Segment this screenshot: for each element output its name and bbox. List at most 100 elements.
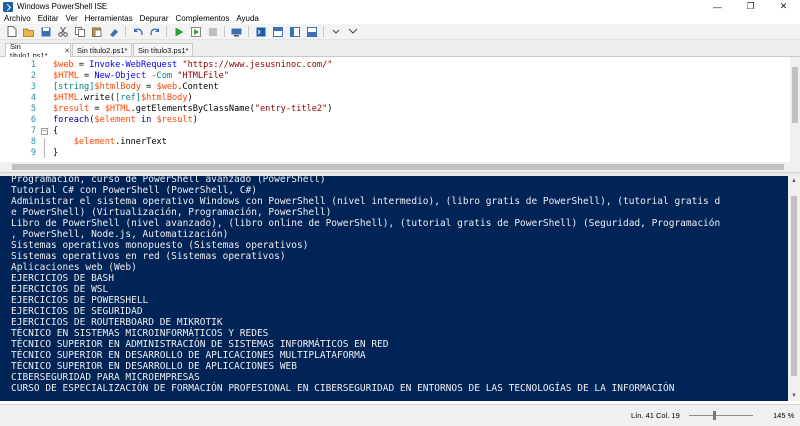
scrollbar-thumb[interactable] bbox=[12, 164, 784, 170]
toolbar-separator bbox=[323, 26, 324, 37]
code-token: "entry-title2" bbox=[254, 104, 328, 114]
code-line[interactable]: 6 foreach($element in $result) bbox=[0, 115, 788, 126]
copy-icon[interactable] bbox=[74, 26, 85, 37]
menu-ayuda[interactable]: Ayuda bbox=[233, 14, 262, 23]
remote-icon[interactable] bbox=[231, 26, 242, 37]
close-button[interactable]: ✕ bbox=[767, 0, 800, 13]
powershell-app-icon bbox=[3, 1, 13, 12]
cut-icon[interactable] bbox=[57, 26, 68, 37]
scrollbar-thumb[interactable] bbox=[791, 196, 797, 376]
code-token: ) bbox=[192, 115, 198, 125]
toolbar-separator bbox=[125, 26, 126, 37]
menu-depurar[interactable]: Depurar bbox=[137, 14, 172, 23]
scroll-down-icon[interactable]: ▼ bbox=[788, 391, 800, 401]
code-token: ) bbox=[327, 104, 333, 114]
editor-vertical-scrollbar[interactable] bbox=[790, 57, 800, 162]
code-line[interactable]: 5 $result = $HTML.getElementsByClassName(… bbox=[0, 104, 788, 115]
window-title: Windows PowerShell ISE bbox=[17, 2, 108, 11]
paste-icon[interactable] bbox=[91, 26, 102, 37]
tab-sin-titulo2[interactable]: Sin título2.ps1* bbox=[72, 43, 132, 56]
menu-archivo[interactable]: Archivo bbox=[1, 14, 34, 23]
code-token: = bbox=[140, 82, 157, 92]
console-icon[interactable] bbox=[255, 26, 266, 37]
editor-horizontal-scrollbar[interactable] bbox=[0, 162, 800, 172]
collapse-icon[interactable]: − bbox=[41, 128, 48, 135]
code-token: $HTML bbox=[104, 104, 131, 114]
console-output-line: Libro de PowerShell (nivel avanzado), (l… bbox=[11, 218, 721, 229]
save-icon[interactable] bbox=[40, 26, 51, 37]
toolbar-separator bbox=[248, 26, 249, 37]
close-icon[interactable]: ✕ bbox=[64, 47, 70, 55]
code-token: $HTML bbox=[53, 93, 79, 103]
menu-herramientas[interactable]: Herramientas bbox=[82, 14, 136, 23]
code-line[interactable]: 9} bbox=[0, 148, 788, 159]
clear-icon[interactable] bbox=[108, 26, 119, 37]
code-text: } bbox=[53, 148, 58, 159]
line-number: 2 bbox=[30, 71, 36, 81]
code-token: .write( bbox=[78, 93, 116, 103]
new-file-icon[interactable] bbox=[6, 26, 17, 37]
tab-label: Sin título2.ps1* bbox=[77, 45, 128, 55]
code-token: "HTMLFile" bbox=[177, 71, 229, 81]
scrollbar-thumb[interactable] bbox=[792, 67, 798, 123]
menu-editar[interactable]: Editar bbox=[35, 14, 62, 23]
console-pane[interactable]: CURSO DE ESPECIALIZACIÓN DE FORMACIÓN PR… bbox=[0, 176, 800, 401]
layout3-icon[interactable] bbox=[306, 26, 317, 37]
layout-icon[interactable] bbox=[272, 26, 283, 37]
menu-ver[interactable]: Ver bbox=[63, 14, 81, 23]
line-number: 9 bbox=[30, 148, 36, 158]
redo-icon[interactable] bbox=[149, 26, 160, 37]
line-number: 1 bbox=[30, 60, 36, 70]
code-token: .Content bbox=[177, 82, 219, 92]
code-token: } bbox=[53, 148, 59, 158]
show-commands-icon[interactable] bbox=[347, 26, 358, 37]
toolbar bbox=[0, 24, 800, 40]
tab-strip: Sin título1.ps1* ✕ Sin título2.ps1* Sin … bbox=[0, 40, 800, 60]
undo-icon[interactable] bbox=[132, 26, 143, 37]
code-line[interactable]: 7−{ bbox=[0, 126, 788, 137]
layout2-icon[interactable] bbox=[289, 26, 300, 37]
line-number: 3 bbox=[30, 82, 36, 92]
line-number: 5 bbox=[30, 104, 36, 114]
menu-complementos[interactable]: Complementos bbox=[173, 14, 233, 23]
zoom-slider[interactable] bbox=[689, 415, 753, 416]
code-line[interactable]: 2 $HTML = New-Object -Com "HTMLFile" bbox=[0, 71, 788, 82]
minimize-button[interactable]: — bbox=[701, 0, 734, 13]
stop-icon[interactable] bbox=[207, 26, 218, 37]
cursor-position: Lín. 41 Col. 19 bbox=[631, 411, 680, 420]
code-token: $htmlBody bbox=[94, 82, 141, 92]
zoom-slider-thumb[interactable] bbox=[713, 411, 716, 420]
tab-sin-titulo1[interactable]: Sin título1.ps1* ✕ bbox=[5, 42, 71, 60]
line-number: 8 bbox=[30, 137, 36, 147]
code-token: $web bbox=[53, 60, 74, 70]
line-number: 7 bbox=[30, 126, 36, 136]
code-text: $HTML.write([ref]$htmlBody) bbox=[53, 93, 193, 104]
code-line[interactable]: 4 $HTML.write([ref]$htmlBody) bbox=[0, 93, 788, 104]
script-editor[interactable]: 1 $web = Invoke-WebRequest "https://www.j… bbox=[0, 57, 800, 162]
expand-icon[interactable] bbox=[330, 26, 341, 37]
maximize-button[interactable]: ❐ bbox=[734, 0, 767, 13]
code-line[interactable]: 8 $element.innerText bbox=[0, 137, 788, 148]
console-output-line: , PowerShell, Node.js, Automatización) bbox=[11, 229, 229, 240]
tab-sin-titulo3[interactable]: Sin título3.ps1* bbox=[133, 43, 193, 56]
code-token: New-Object bbox=[94, 71, 147, 81]
console-output-line: Sistemas operativos monopuesto (Sistemas… bbox=[11, 240, 309, 251]
code-token: .getElementsByClassName( bbox=[130, 104, 255, 114]
console-vertical-scrollbar[interactable]: ▲ ▼ bbox=[788, 176, 800, 401]
open-icon[interactable] bbox=[23, 26, 34, 37]
code-token: $element bbox=[94, 115, 136, 125]
run-icon[interactable] bbox=[173, 26, 184, 37]
code-token: $web bbox=[156, 82, 178, 92]
toolbar-separator bbox=[166, 26, 167, 37]
console-output-line: EJERCICIOS DE POWERSHELL bbox=[11, 295, 149, 306]
console-output-line: CIBERSEGURIDAD PARA MICROEMPRESAS bbox=[11, 372, 200, 383]
scroll-up-icon[interactable]: ▲ bbox=[788, 176, 800, 186]
run-selection-icon[interactable] bbox=[190, 26, 201, 37]
code-token: ) bbox=[187, 93, 193, 103]
code-text: $web = Invoke-WebRequest "https://www.je… bbox=[53, 60, 332, 71]
code-line[interactable]: 1 $web = Invoke-WebRequest "https://www.j… bbox=[0, 60, 788, 71]
console-output-line: TÉCNICO SUPERIOR EN DESARROLLO DE APLICA… bbox=[11, 361, 297, 372]
code-line[interactable]: 3 [string]$htmlBody = $web.Content bbox=[0, 82, 788, 93]
title-bar: Windows PowerShell ISE — ❐ ✕ bbox=[0, 0, 800, 13]
code-token: $HTML bbox=[53, 71, 79, 81]
